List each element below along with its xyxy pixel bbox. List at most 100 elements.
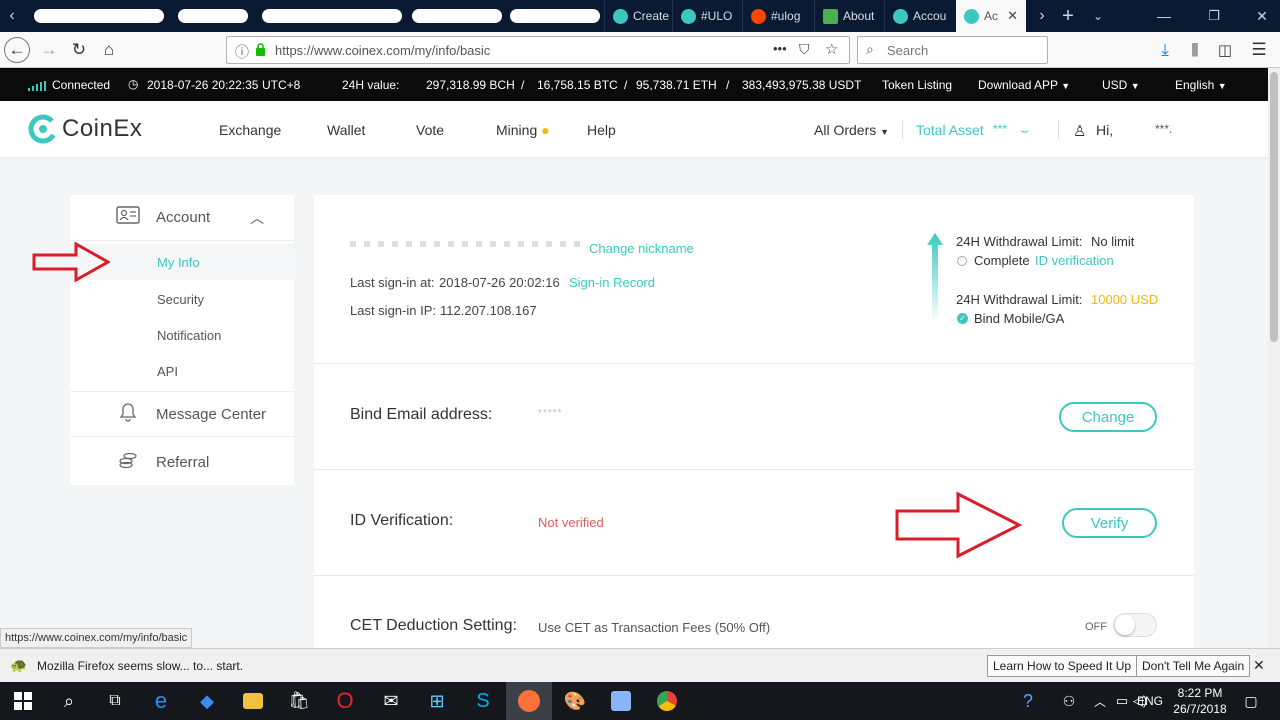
language-select[interactable]: English ▼ — [1175, 78, 1227, 92]
chevron-up-icon[interactable]: ︿ — [250, 208, 264, 228]
verify-button[interactable]: Verify — [1062, 508, 1157, 538]
paint-icon[interactable]: 🎨 — [552, 682, 598, 720]
user-greeting[interactable]: Hi, — [1096, 122, 1113, 138]
browser-tab[interactable]: About — [814, 0, 884, 32]
keyboard-language[interactable]: ENG — [1137, 682, 1163, 720]
sidebar-item-api[interactable]: API — [70, 353, 294, 389]
all-orders-menu[interactable]: All Orders ▼ — [814, 122, 889, 138]
restore-window-icon[interactable]: ❐ — [1200, 0, 1228, 32]
list-tabs-icon[interactable]: ⌄ — [1084, 0, 1112, 32]
sidebar-message-center[interactable]: Message Center — [70, 391, 294, 437]
sidebar-referral[interactable]: Referral — [70, 439, 294, 485]
masked-username[interactable]: ***. — [1155, 122, 1172, 136]
help-icon[interactable]: ? — [1014, 682, 1042, 720]
windows-start-icon[interactable] — [0, 682, 46, 720]
sidebar-toggle-icon[interactable]: ◫ — [1212, 38, 1238, 62]
battery-icon[interactable]: ▭ — [1112, 682, 1132, 720]
browser-tab[interactable]: Create — [604, 0, 672, 32]
currency-select[interactable]: USD ▼ — [1102, 78, 1140, 92]
downloads-icon[interactable]: ⤓ — [1152, 38, 1178, 62]
firefox-icon[interactable] — [506, 682, 552, 720]
scrollbar-thumb[interactable] — [1270, 72, 1278, 342]
url-bar[interactable]: ⓘ https://www.coinex.com/my/info/basic •… — [226, 36, 850, 64]
chrome-icon[interactable] — [644, 682, 690, 720]
pocket-icon[interactable]: ⛉ — [799, 41, 810, 58]
back-icon[interactable]: ← — [4, 37, 30, 63]
forward-icon[interactable]: → — [36, 38, 62, 62]
learn-speed-button[interactable]: Learn How to Speed It Up — [987, 655, 1138, 677]
file-explorer-icon[interactable] — [230, 682, 276, 720]
browser-tab[interactable]: Accou — [884, 0, 954, 32]
task-view-icon[interactable]: ⧉ — [92, 682, 138, 720]
hide-asset-eye-icon[interactable]: ⌣ — [1020, 122, 1029, 139]
complete-label: Complete — [974, 253, 1030, 268]
masked-email: ***** — [538, 408, 563, 419]
user-icon[interactable]: ♙ — [1073, 122, 1086, 140]
id-card-icon — [114, 206, 142, 229]
clock-date: 26/7/2018 — [1173, 702, 1227, 716]
browser-tab-active[interactable]: Ac ✕ — [956, 0, 1026, 32]
network-app-icon[interactable]: ⊞ — [414, 682, 460, 720]
coinex-logo[interactable]: CoinEx — [28, 112, 142, 146]
browser-tab[interactable]: #ulog — [742, 0, 814, 32]
browser-nav-bar: ← → ↻ ⌂ ⓘ https://www.coinex.com/my/info… — [0, 32, 1280, 68]
browser-tab-bar: ‹ Create #ULO #ulog About Accou Ac ✕ › + … — [0, 0, 1280, 32]
limit1-label: 24H Withdrawal Limit: — [956, 234, 1083, 249]
change-nickname-link[interactable]: Change nickname — [589, 241, 694, 256]
email-label: Bind Email address: — [350, 406, 493, 423]
taskbar-clock[interactable]: 8:22 PM 26/7/2018 — [1172, 685, 1228, 717]
info-icon[interactable]: ⓘ — [235, 42, 249, 62]
search-icon[interactable]: ⌕ — [46, 682, 92, 720]
minimize-window-icon[interactable]: — — [1150, 0, 1178, 32]
new-tab-icon[interactable]: + — [1054, 0, 1082, 32]
nav-exchange[interactable]: Exchange — [219, 122, 281, 138]
tab-scroll-left-icon[interactable]: ‹ — [0, 0, 24, 32]
store-icon[interactable]: 🛍 — [276, 682, 322, 720]
token-listing-link[interactable]: Token Listing — [882, 78, 952, 92]
download-app-menu[interactable]: Download APP ▼ — [978, 78, 1070, 92]
tab-scroll-right-icon[interactable]: › — [1028, 0, 1056, 32]
sidebar-account-header[interactable]: Account ︿ — [70, 195, 294, 241]
lock-icon — [255, 43, 266, 56]
reload-icon[interactable]: ↻ — [66, 38, 92, 62]
nav-wallet[interactable]: Wallet — [327, 122, 365, 138]
signin-record-link[interactable]: Sign-in Record — [569, 275, 655, 290]
incomplete-circle-icon — [957, 256, 967, 266]
nav-mining[interactable]: Mining ● — [496, 122, 550, 138]
dropbox-icon[interactable]: ◆ — [184, 682, 230, 720]
close-notification-icon[interactable]: ✕ — [1253, 657, 1265, 674]
edge-icon[interactable]: e — [138, 682, 184, 720]
nav-help[interactable]: Help — [587, 122, 616, 138]
home-icon[interactable]: ⌂ — [96, 38, 122, 62]
opera-icon[interactable]: O — [322, 682, 368, 720]
basic-info-section: Change nickname Last sign-in at: 2018-07… — [314, 195, 1194, 364]
ticker-separator: / — [521, 78, 525, 92]
cet-toggle-switch[interactable] — [1113, 613, 1157, 637]
sidebar-item-security[interactable]: Security — [70, 281, 294, 317]
page-actions-icon[interactable]: ••• — [773, 41, 787, 56]
mail-icon[interactable]: ✉ — [368, 682, 414, 720]
bookmark-star-icon[interactable]: ☆ — [825, 40, 838, 58]
nav-vote[interactable]: Vote — [416, 122, 444, 138]
media-app-icon[interactable] — [598, 682, 644, 720]
caret-down-icon: ▼ — [1217, 81, 1227, 91]
close-tab-icon[interactable]: ✕ — [1007, 8, 1018, 24]
dont-tell-again-button[interactable]: Don't Tell Me Again — [1136, 655, 1251, 677]
show-hidden-icons[interactable]: ︿ — [1090, 682, 1110, 720]
id-verification-link[interactable]: ID verification — [1035, 253, 1114, 268]
menu-icon[interactable]: ☰ — [1246, 38, 1272, 62]
library-icon[interactable]: ⫼ — [1182, 38, 1208, 62]
search-input[interactable]: ⌕ Search — [857, 36, 1048, 64]
people-icon[interactable]: ⚇ — [1056, 682, 1082, 720]
close-window-icon[interactable]: ✕ — [1248, 0, 1276, 32]
skype-icon[interactable]: S — [460, 682, 506, 720]
browser-tab[interactable]: #ULO — [672, 0, 742, 32]
sidebar-item-notification[interactable]: Notification — [70, 317, 294, 353]
change-email-button[interactable]: Change — [1059, 402, 1157, 432]
action-center-icon[interactable]: ▢ — [1236, 682, 1266, 720]
page-scrollbar[interactable] — [1268, 68, 1280, 648]
last-signin-label: Last sign-in at: — [350, 275, 435, 290]
limit1-value: No limit — [1091, 234, 1135, 249]
ticker-datetime: 2018-07-26 20:22:35 — [147, 78, 259, 92]
id-status: Not verified — [538, 515, 604, 530]
